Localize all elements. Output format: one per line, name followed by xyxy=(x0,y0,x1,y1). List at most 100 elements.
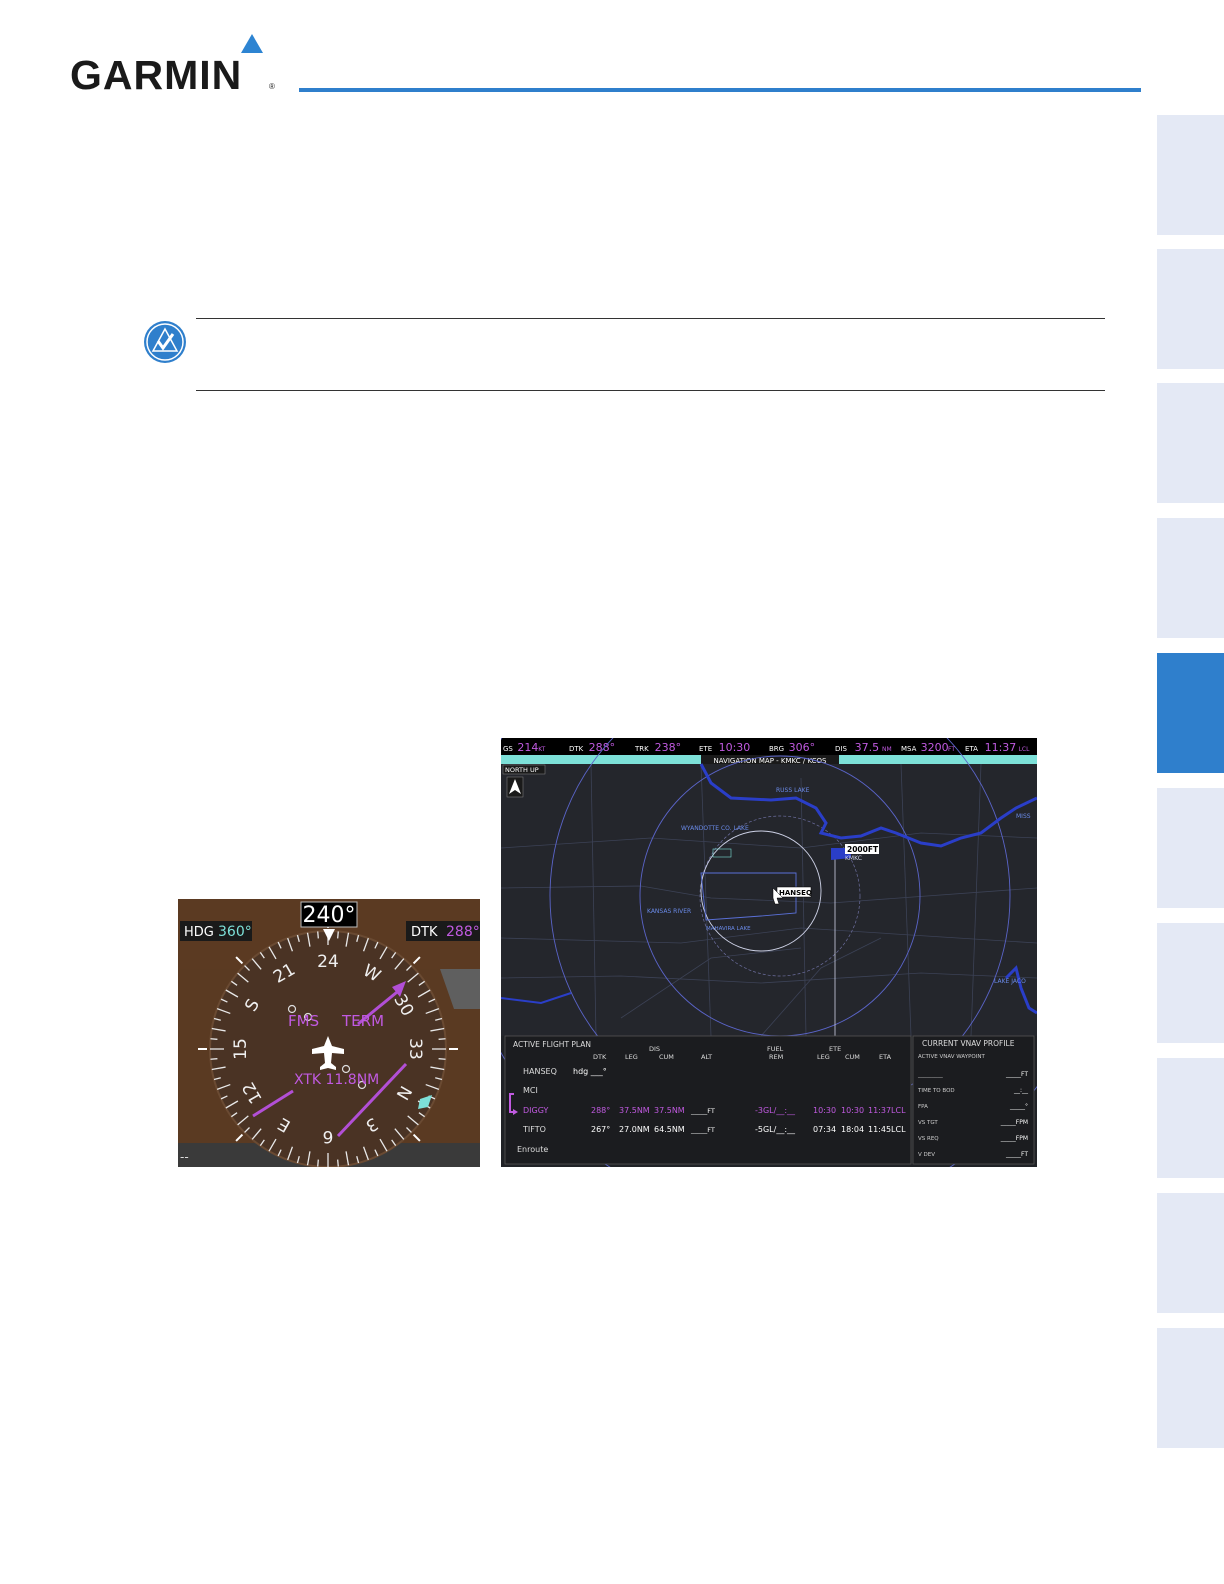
fpl-column-header: LEG xyxy=(625,1053,638,1061)
hdg-value[interactable]: 360° xyxy=(218,924,252,940)
fpl-column-header: ETE xyxy=(829,1045,841,1053)
compass-tick xyxy=(317,931,319,939)
compass-label: 24 xyxy=(317,952,339,972)
compass-tick xyxy=(210,1058,218,1060)
fpl-cell[interactable]: 37.5NM xyxy=(619,1106,650,1115)
vnav-title: CURRENT VNAV PROFILE xyxy=(922,1039,1015,1048)
fpl-cell[interactable]: 11:45LCL xyxy=(868,1125,906,1134)
section-tab-4[interactable] xyxy=(1157,518,1224,638)
fpl-cell[interactable]: 288° xyxy=(591,1106,610,1115)
vnav-active-label: ACTIVE VNAV WAYPOINT xyxy=(918,1054,985,1060)
nav-field-value: 306° xyxy=(789,741,816,754)
nav-field-value: 214 xyxy=(517,741,538,754)
fpl-cell[interactable]: 11:37LCL xyxy=(868,1106,906,1115)
compass-tick xyxy=(317,1159,319,1167)
nav-field-label: BRG xyxy=(769,745,784,753)
fpl-cell[interactable]: 10:30 xyxy=(813,1106,836,1115)
nav-field-label: DIS xyxy=(835,745,847,753)
vnav-row-value: _____FPM xyxy=(1000,1135,1028,1142)
fpl-cell[interactable]: hdg ___° xyxy=(573,1067,607,1076)
map-label-mahavira: MAHAVIRA LAKE xyxy=(706,926,751,932)
nav-field-value: 3200 xyxy=(921,741,949,754)
section-tab-8[interactable] xyxy=(1157,1058,1224,1178)
nav-field-unit: NM xyxy=(882,746,892,753)
vnav-row-value: __:__ xyxy=(1013,1087,1029,1094)
compass-tick xyxy=(337,1159,339,1167)
fpl-cell[interactable]: -5GL/__:__ xyxy=(755,1125,796,1134)
fpl-cell[interactable]: 07:34 xyxy=(813,1125,836,1134)
nav-field-label: TRK xyxy=(634,745,649,753)
vnav-row-value: _____FPM xyxy=(1000,1119,1028,1126)
hdg-label: HDG xyxy=(184,925,214,940)
section-tab-6[interactable] xyxy=(1157,788,1224,908)
north-up-label[interactable]: NORTH UP xyxy=(505,766,539,774)
xtk-label: XTK 11.8NM xyxy=(294,1072,379,1088)
compass-label: 15 xyxy=(231,1038,251,1060)
dtk-label: DTK xyxy=(411,925,438,940)
fpl-column-header: REM xyxy=(769,1053,783,1061)
fpl-cell[interactable]: 267° xyxy=(591,1125,610,1134)
fpl-cell[interactable]: HANSEQ xyxy=(523,1067,557,1076)
compass-label: 6 xyxy=(323,1126,334,1146)
heading-readout: 240° xyxy=(303,903,356,928)
fpl-column-header: CUM xyxy=(659,1053,674,1061)
section-tab-3[interactable] xyxy=(1157,383,1224,503)
vnav-row-value: _____FT xyxy=(1005,1151,1028,1158)
nav-field-label: ETE xyxy=(699,745,712,753)
nav-field-value: 37.5 xyxy=(855,741,880,754)
map-label-lake-jaco: LAKE JACO xyxy=(994,978,1026,985)
nav-field-label: GS xyxy=(503,745,513,753)
section-tab-2[interactable] xyxy=(1157,249,1224,369)
compass-tick xyxy=(337,931,339,939)
nav-field-label: MSA xyxy=(901,745,917,753)
nav-field-value: 10:30 xyxy=(719,741,751,754)
fpl-cell[interactable]: 27.0NM xyxy=(619,1125,650,1134)
fpl-column-header: DIS xyxy=(649,1045,660,1053)
section-tab-9[interactable] xyxy=(1157,1193,1224,1313)
nav-field-label: ETA xyxy=(965,745,978,753)
compass-tick xyxy=(438,1038,446,1040)
fpl-cell[interactable]: 64.5NM xyxy=(654,1125,685,1134)
vnav-row-label: FPA xyxy=(918,1104,928,1110)
map-label-russ-lake: RUSS LAKE xyxy=(776,787,810,794)
waypoint-tag: HANSEQ xyxy=(779,889,812,897)
map-title: NAVIGATION MAP - KMKC / KCOS xyxy=(713,757,827,765)
section-tab-1[interactable] xyxy=(1157,115,1224,235)
vnav-row-label: V DEV xyxy=(918,1152,935,1158)
nav-field-unit: LCL xyxy=(1019,746,1031,753)
section-tab-5-active[interactable] xyxy=(1157,653,1224,773)
note-top-rule xyxy=(196,318,1105,319)
fpl-cell[interactable]: TIFTO xyxy=(522,1125,546,1134)
hsi-display: 24 W3033N36E1215S21 240° HDG 360° DTK 288… xyxy=(178,899,480,1167)
map-label-wyandotte: WYANDOTTE CO. LAKE xyxy=(681,825,749,832)
header-rule xyxy=(299,88,1141,92)
fpl-cell[interactable]: Enroute xyxy=(517,1145,548,1154)
nav-field-value: 288° xyxy=(589,741,616,754)
registered-mark: ® xyxy=(269,82,275,91)
fpl-cell[interactable]: -3GL/__:__ xyxy=(755,1106,796,1115)
fpl-cell[interactable]: _____FT xyxy=(690,1107,715,1115)
nav-field-label: DTK xyxy=(569,745,584,753)
fpl-cell[interactable]: 18:04 xyxy=(841,1125,864,1134)
vnav-row-label: VS TGT xyxy=(918,1120,938,1126)
nav-field-unit: KT xyxy=(538,746,545,753)
term-label: TERM xyxy=(341,1012,384,1030)
brand-name: GARMIN xyxy=(70,52,243,98)
fpl-cell[interactable]: 37.5NM xyxy=(654,1106,685,1115)
map-label-miss: MISS xyxy=(1016,813,1031,820)
fpl-cell[interactable]: _____FT xyxy=(690,1126,715,1134)
fpl-column-header: ETA xyxy=(879,1053,892,1061)
fpl-column-header: ALT xyxy=(701,1053,712,1061)
section-tab-10[interactable] xyxy=(1157,1328,1224,1448)
fpl-column-header: CUM xyxy=(845,1053,860,1061)
fpl-cell[interactable]: DIGGY xyxy=(523,1106,549,1115)
mfd-display: GS 214 KT DTK 288° TRK 238° ETE 10:30 BRG 306° DIS 3… xyxy=(501,738,1037,1167)
bottom-left-readout: -- xyxy=(180,1150,189,1164)
fpl-cell[interactable]: 10:30 xyxy=(841,1106,864,1115)
section-tab-7[interactable] xyxy=(1157,923,1224,1043)
nav-field-value: 11:37 xyxy=(985,741,1017,754)
vnav-row-label: VS REQ xyxy=(918,1136,939,1142)
compass-label: 33 xyxy=(405,1038,425,1060)
fpl-cell[interactable]: MCI xyxy=(523,1086,538,1095)
fpl-title: ACTIVE FLIGHT PLAN xyxy=(513,1040,591,1049)
